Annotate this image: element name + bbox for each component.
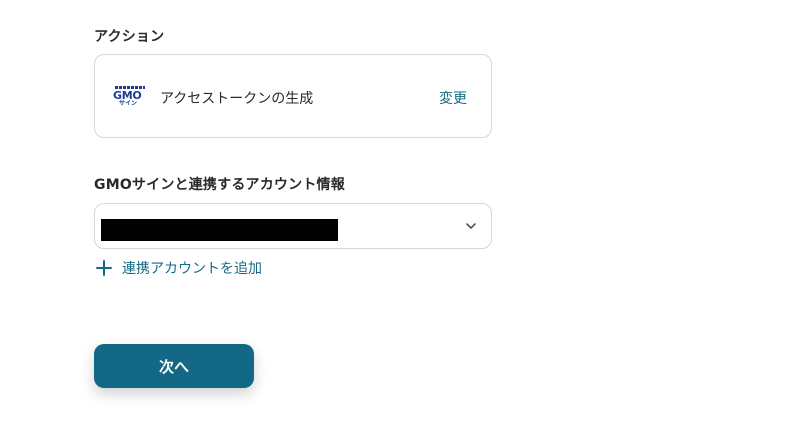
logo-sub-text: サイン bbox=[119, 100, 138, 107]
add-account-label: 連携アカウントを追加 bbox=[122, 261, 262, 277]
gmo-sign-logo: GMO サイン bbox=[113, 86, 147, 108]
add-account-link[interactable]: 連携アカウントを追加 bbox=[94, 258, 262, 278]
redacted-account-value bbox=[101, 219, 338, 241]
page: アクション GMO サイン アクセストークンの生成 変更 GMOサインと連携する… bbox=[0, 0, 786, 424]
account-section-label: GMOサインと連携するアカウント情報 bbox=[94, 177, 345, 193]
plus-icon bbox=[96, 260, 112, 276]
next-button[interactable]: 次へ bbox=[94, 344, 254, 388]
change-action-link[interactable]: 変更 bbox=[439, 88, 467, 108]
action-card: GMO サイン アクセストークンの生成 変更 bbox=[94, 54, 492, 138]
action-section-label: アクション bbox=[94, 29, 165, 45]
account-select[interactable] bbox=[94, 203, 492, 249]
chevron-down-icon[interactable] bbox=[465, 220, 477, 232]
action-title: アクセストークンの生成 bbox=[160, 91, 314, 107]
